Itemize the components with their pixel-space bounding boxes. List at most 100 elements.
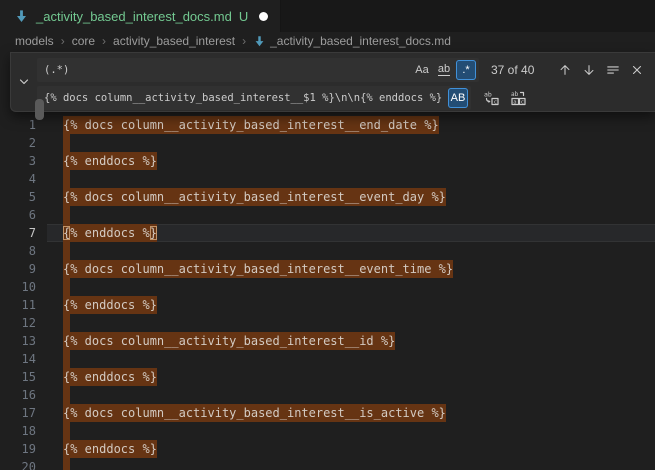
line-content: {% docs column__activity_based_interest_… — [47, 332, 655, 350]
editor-pane[interactable]: 1{% docs column__activity_based_interest… — [0, 50, 655, 470]
editor-line[interactable]: 14 — [0, 350, 655, 368]
editor-line[interactable]: 6 — [0, 206, 655, 224]
line-content: {% docs column__activity_based_interest_… — [47, 404, 655, 422]
editor-line[interactable]: 20 — [0, 458, 655, 470]
line-content — [47, 314, 655, 332]
editor-line[interactable]: 1{% docs column__activity_based_interest… — [0, 116, 655, 134]
svg-text:ab: ab — [484, 91, 492, 99]
breadcrumb-item-file[interactable]: _activity_based_interest_docs.md — [253, 34, 451, 48]
find-replace-widget: (.*) Aa ab .* 37 of 40 — [10, 52, 655, 112]
tab-bar: _activity_based_interest_docs.md U — [0, 0, 655, 32]
editor-line[interactable]: 7{% enddocs %} — [0, 224, 655, 242]
editor-line[interactable]: 10 — [0, 278, 655, 296]
editor-line[interactable]: 12 — [0, 314, 655, 332]
line-number[interactable]: 9 — [0, 260, 47, 278]
find-widget-resize-handle[interactable] — [35, 99, 44, 120]
editor-line[interactable]: 15 {% enddocs %} — [0, 368, 655, 386]
find-match-highlight-empty — [63, 458, 70, 470]
line-content — [47, 350, 655, 368]
replace-all-icon: ab a c — [510, 90, 526, 106]
line-content — [47, 278, 655, 296]
line-number[interactable]: 12 — [0, 314, 47, 332]
toggle-replace-button[interactable] — [11, 53, 37, 111]
close-find-widget-button[interactable] — [626, 59, 648, 81]
line-content: {% docs column__activity_based_interest_… — [47, 260, 655, 278]
find-match-highlight: {% docs column__activity_based_interest_… — [63, 404, 446, 422]
close-icon — [630, 63, 644, 77]
svg-text:ab: ab — [511, 91, 519, 98]
line-number[interactable]: 17 — [0, 404, 47, 422]
breadcrumb-item-models[interactable]: models — [15, 34, 54, 48]
replace-button[interactable]: ab c — [480, 87, 502, 109]
line-number[interactable]: 11 — [0, 296, 47, 314]
line-number[interactable]: 3 — [0, 152, 47, 170]
find-in-selection-button[interactable] — [602, 59, 624, 81]
line-number[interactable]: 5 — [0, 188, 47, 206]
breadcrumb: models › core › activity_based_interest … — [0, 32, 655, 50]
line-number[interactable]: 13 — [0, 332, 47, 350]
editor-line[interactable]: 3 {% enddocs %} — [0, 152, 655, 170]
find-row: (.*) Aa ab .* 37 of 40 — [37, 58, 648, 82]
bracket-match: } — [150, 226, 157, 240]
find-match-highlight: {% enddocs %} — [63, 368, 157, 386]
replace-all-button[interactable]: ab a c — [507, 87, 529, 109]
editor-line[interactable]: 4 — [0, 170, 655, 188]
breadcrumb-item-activity-based-interest[interactable]: activity_based_interest — [113, 34, 235, 48]
find-input[interactable]: (.*) Aa ab .* — [37, 58, 479, 82]
tab-active-file[interactable]: _activity_based_interest_docs.md U — [0, 0, 281, 32]
line-number[interactable]: 19 — [0, 440, 47, 458]
unsaved-dot-icon[interactable] — [259, 12, 268, 21]
line-number[interactable]: 16 — [0, 386, 47, 404]
find-match-highlight-empty — [63, 242, 70, 260]
previous-match-button[interactable] — [554, 59, 576, 81]
line-number[interactable]: 6 — [0, 206, 47, 224]
line-content: {% docs column__activity_based_interest_… — [47, 188, 655, 206]
breadcrumb-item-core[interactable]: core — [72, 34, 95, 48]
line-number[interactable]: 7 — [0, 224, 47, 242]
line-number[interactable]: 4 — [0, 170, 47, 188]
arrow-up-icon — [558, 63, 572, 77]
find-input-value: (.*) — [44, 64, 410, 76]
editor-line[interactable]: 2 — [0, 134, 655, 152]
whole-word-toggle[interactable]: ab — [434, 60, 454, 80]
svg-text:c: c — [521, 100, 524, 106]
editor-line[interactable]: 11 {% enddocs %} — [0, 296, 655, 314]
breadcrumb-separator: › — [242, 34, 246, 48]
line-content: {% docs column__activity_based_interest_… — [47, 116, 655, 134]
find-match-highlight: {% enddocs %} — [63, 152, 157, 170]
line-number[interactable]: 18 — [0, 422, 47, 440]
markdown-file-icon — [14, 9, 29, 24]
editor-line[interactable]: 16 — [0, 386, 655, 404]
replace-input[interactable]: {% docs column__activity_based_interest_… — [37, 86, 471, 110]
find-match-highlight-empty — [63, 278, 70, 296]
preserve-case-toggle[interactable]: AB — [448, 88, 468, 108]
editor-line[interactable]: 5{% docs column__activity_based_interest… — [0, 188, 655, 206]
line-number[interactable]: 15 — [0, 368, 47, 386]
editor-line[interactable]: 19{% enddocs %} — [0, 440, 655, 458]
find-match-highlight-empty — [63, 170, 70, 188]
chevron-down-icon — [18, 76, 30, 88]
find-match-highlight: {% docs column__activity_based_interest_… — [63, 260, 453, 278]
line-number[interactable]: 2 — [0, 134, 47, 152]
svg-text:c: c — [494, 100, 497, 106]
find-match-highlight: {% enddocs %} — [63, 296, 157, 314]
code-text: % enddocs % — [70, 226, 149, 240]
line-number[interactable]: 10 — [0, 278, 47, 296]
regex-toggle[interactable]: .* — [456, 60, 476, 80]
next-match-button[interactable] — [578, 59, 600, 81]
line-number[interactable]: 8 — [0, 242, 47, 260]
markdown-file-icon — [253, 35, 266, 48]
editor-line[interactable]: 18 — [0, 422, 655, 440]
editor-line[interactable]: 13{% docs column__activity_based_interes… — [0, 332, 655, 350]
find-match-highlight-empty — [63, 386, 70, 404]
editor-line[interactable]: 8 — [0, 242, 655, 260]
replace-input-value: {% docs column__activity_based_interest_… — [44, 92, 446, 104]
whole-word-label: ab — [438, 64, 450, 76]
line-content: {% enddocs %} — [47, 440, 655, 458]
find-match-highlight-empty — [63, 350, 70, 368]
editor-line[interactable]: 17 {% docs column__activity_based_interes… — [0, 404, 655, 422]
match-case-toggle[interactable]: Aa — [412, 60, 432, 80]
line-number[interactable]: 14 — [0, 350, 47, 368]
line-number[interactable]: 20 — [0, 458, 47, 470]
editor-line[interactable]: 9 {% docs column__activity_based_interest… — [0, 260, 655, 278]
